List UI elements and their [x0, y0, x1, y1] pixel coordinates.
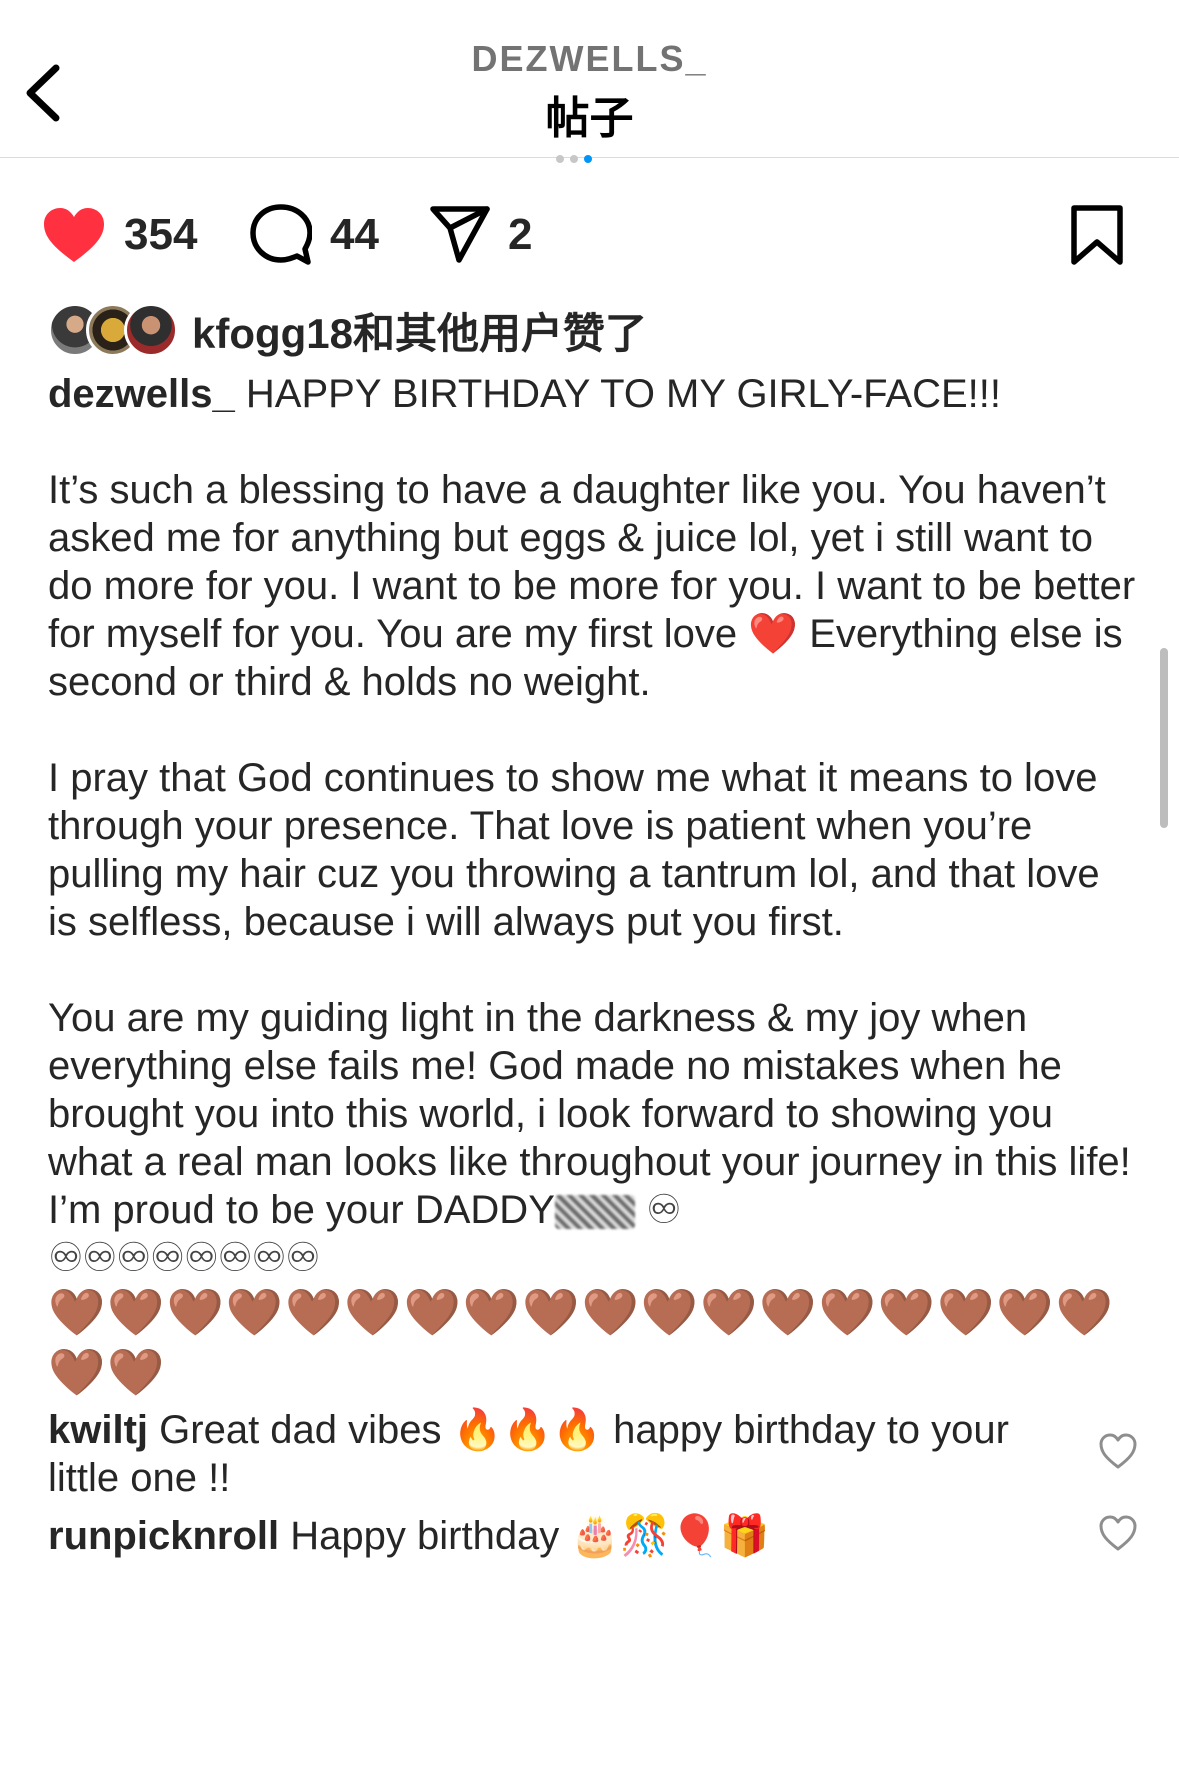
infinity-row: ♾♾♾♾♾♾♾♾: [48, 1236, 321, 1280]
brown-hearts-row: 🤎🤎🤎🤎🤎🤎🤎🤎🤎🤎🤎🤎🤎🤎🤎🤎🤎🤎🤎🤎: [48, 1286, 1115, 1398]
caption-closing: I’m proud to be your DADDY: [48, 1188, 555, 1232]
comment-username[interactable]: runpicknroll: [48, 1514, 279, 1558]
like-count[interactable]: 354: [124, 210, 197, 260]
caption-paragraph: I pray that God continues to show me wha…: [48, 756, 1100, 944]
share-count[interactable]: 2: [508, 210, 532, 260]
comment-item: kwiltj Great dad vibes 🔥🔥🔥 happy birthda…: [48, 1406, 1058, 1502]
page-title: 帖子: [545, 94, 634, 143]
caption-first-line: dezwells_ HAPPY BIRTHDAY TO MY GIRLY-FAC…: [48, 370, 1138, 418]
caption-paragraph: You are my guiding light in the darkness…: [48, 996, 1131, 1184]
like-button[interactable]: 354: [42, 190, 197, 280]
comment-text: Great dad vibes 🔥🔥🔥 happy birthday to yo…: [48, 1408, 1009, 1500]
carousel-dot: [556, 155, 564, 163]
comment-count[interactable]: 44: [330, 210, 379, 260]
comment-like-icon: [1099, 1433, 1137, 1469]
liked-by-text: kfogg18和其他用户赞了: [192, 300, 647, 361]
comment-username[interactable]: kwiltj: [48, 1408, 148, 1452]
save-button[interactable]: [1070, 190, 1124, 280]
comment-text: Happy birthday 🎂🎊🎈🎁: [290, 1514, 770, 1558]
caption-headline: HAPPY BIRTHDAY TO MY GIRLY-FACE!!!: [245, 372, 1001, 416]
caption-closing-line: I’m proud to be your DADDY ♾: [48, 1186, 1138, 1234]
blurred-text: [554, 1195, 635, 1230]
infinity-icon: ♾: [646, 1188, 682, 1232]
avatar: [124, 303, 178, 357]
post-action-bar: 354 44 2: [0, 190, 1179, 280]
post-caption: dezwells_ HAPPY BIRTHDAY TO MY GIRLY-FAC…: [48, 370, 1138, 1402]
scrollbar[interactable]: [1160, 648, 1168, 828]
bookmark-icon: [1071, 205, 1123, 265]
comment-like-button[interactable]: [1098, 1514, 1138, 1554]
comment-button[interactable]: 44: [250, 190, 379, 280]
header-username[interactable]: DEZWELLS_: [0, 38, 1179, 80]
heart-filled-icon: [44, 208, 104, 262]
carousel-dot: [570, 155, 578, 163]
comment-icon: [250, 204, 312, 265]
share-button[interactable]: 2: [430, 190, 532, 280]
comment-like-icon: [1099, 1515, 1137, 1551]
carousel-dot-active: [584, 155, 592, 163]
caption-paragraph: It’s such a blessing to have a daughter …: [48, 468, 1136, 704]
caption-username[interactable]: dezwells_: [48, 372, 235, 416]
liked-by-suffix: 和其他用户赞了: [353, 309, 648, 357]
share-icon: [430, 206, 490, 263]
comment-like-button[interactable]: [1098, 1432, 1138, 1472]
top-nav-bar: DEZWELLS_ 帖子: [0, 0, 1179, 163]
liked-by-row[interactable]: kfogg18和其他用户赞了: [48, 300, 647, 360]
carousel-indicator: [553, 150, 595, 163]
liked-by-username[interactable]: kfogg18: [192, 310, 353, 357]
comment-item: runpicknroll Happy birthday 🎂🎊🎈🎁: [48, 1512, 1058, 1560]
